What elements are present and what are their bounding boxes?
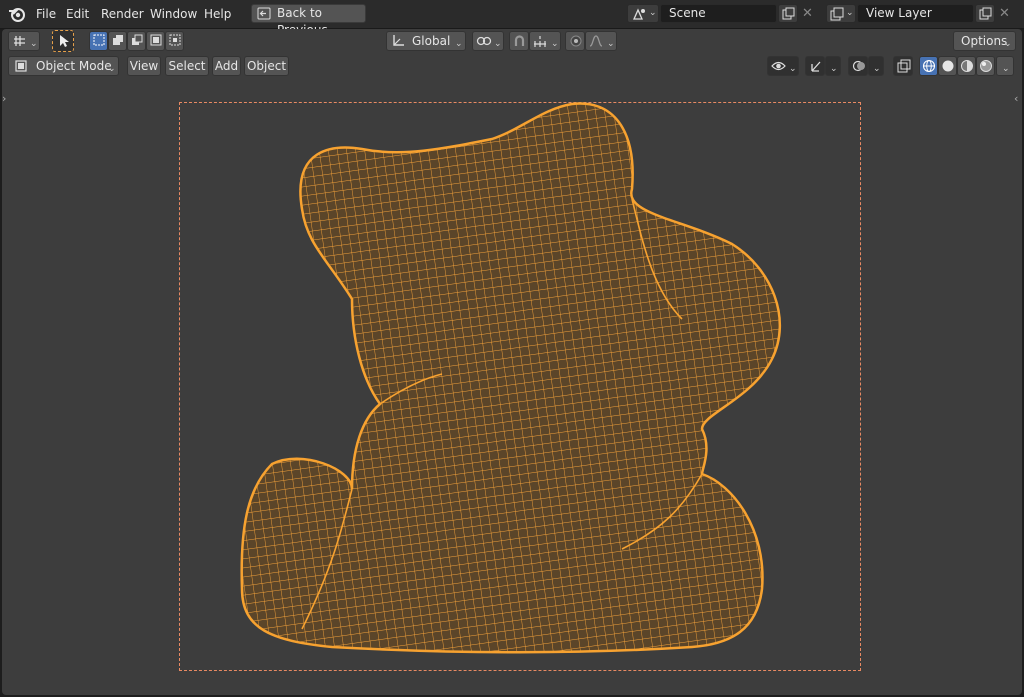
scene-name-field[interactable]: Scene [660, 4, 777, 23]
scene-icon [632, 7, 646, 21]
3d-viewport[interactable]: ⌄ Global ⌄ ⌄ ⌄ ⌄ Options ⌄ Object Mode ⌄… [2, 29, 1022, 695]
top-menu-bar: File Edit Render Window Help Back to Pre… [0, 0, 1024, 37]
view-layer-browse-button[interactable]: ⌄ [826, 4, 856, 23]
view-layer-copy-button[interactable] [975, 4, 995, 23]
copy-icon [782, 7, 795, 20]
menu-help[interactable]: Help [200, 5, 235, 23]
close-icon[interactable]: ✕ [802, 6, 813, 21]
chevron-down-icon: ⌄ [846, 8, 854, 18]
menu-edit[interactable]: Edit [62, 5, 93, 23]
view-layer-icon [830, 7, 844, 21]
wireframe-mesh[interactable] [2, 29, 1022, 695]
menu-render[interactable]: Render [97, 5, 148, 23]
view-layer-name-field[interactable]: View Layer [857, 4, 974, 23]
close-icon[interactable]: ✕ [999, 6, 1010, 21]
copy-icon [979, 7, 992, 20]
blender-logo-icon[interactable] [8, 5, 26, 23]
scene-copy-button[interactable] [778, 4, 798, 23]
chevron-down-icon: ⌄ [649, 8, 657, 18]
menu-file[interactable]: File [32, 5, 60, 23]
scene-browse-button[interactable]: ⌄ [627, 4, 659, 23]
back-icon [257, 7, 271, 20]
back-to-previous-button[interactable]: Back to Previous [251, 4, 366, 37]
menu-window[interactable]: Window [146, 5, 201, 23]
